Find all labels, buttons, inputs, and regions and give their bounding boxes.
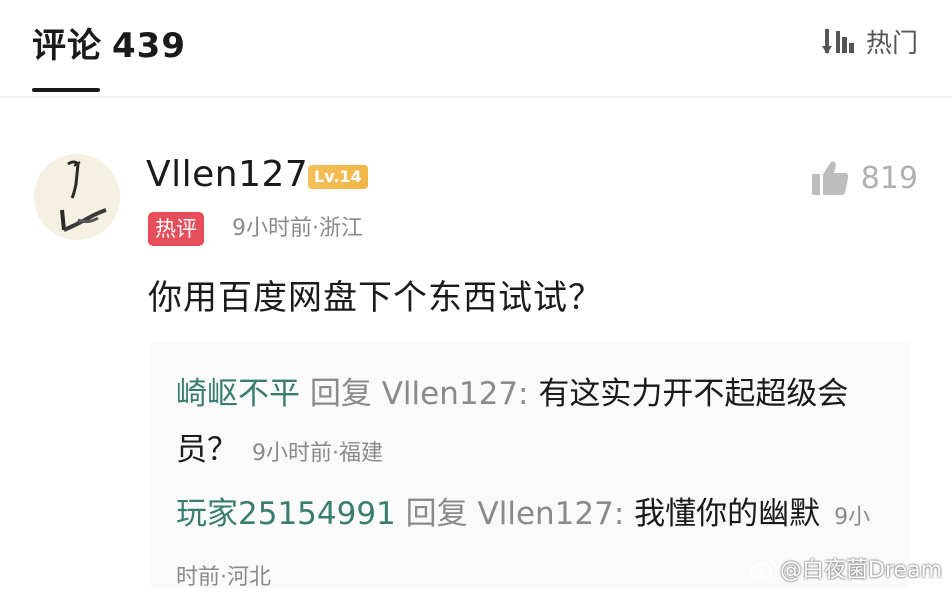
header-divider: [0, 96, 952, 98]
comments-count: 439: [112, 26, 186, 66]
comments-header: 评论 439 热门: [0, 0, 952, 92]
comment-meta: 9小时前·浙江: [232, 216, 363, 241]
avatar[interactable]: [34, 154, 120, 240]
sort-label: 热门: [865, 28, 918, 59]
reply-target[interactable]: Vllen127:: [478, 496, 625, 532]
reply-item[interactable]: 崎岖不平 回复 Vllen127: 有这实力开不起超级会员？ 9小时前·福建: [176, 366, 876, 482]
avatar-image: [34, 154, 120, 240]
like-button[interactable]: 819: [811, 160, 918, 196]
thumbs-up-icon: [811, 161, 848, 195]
watermark: @白夜菌Dream: [750, 552, 942, 584]
sort-hot-button[interactable]: 热门: [821, 24, 918, 59]
level-badge: Lv.14: [308, 165, 368, 189]
hot-comment-badge: 热评: [148, 212, 204, 246]
active-tab-underline: [32, 88, 100, 92]
watermark-text: @白夜菌Dream: [780, 558, 942, 583]
reply-item[interactable]: 玩家25154991 回复 Vllen127: 我懂你的幽默 9小时前·河北: [176, 486, 876, 606]
comments-title-label: 评论: [32, 26, 102, 66]
comment-username[interactable]: Vllen127: [146, 154, 308, 195]
comment-text: 你用百度网盘下个东西试试？: [148, 278, 603, 318]
reply-text: 我懂你的幽默: [634, 496, 821, 532]
reply-meta: 9小时前·福建: [252, 441, 383, 466]
reply-author[interactable]: 玩家25154991: [176, 496, 396, 532]
comments-title: 评论 439: [32, 18, 186, 67]
weibo-icon: [750, 559, 776, 579]
sort-icon: [821, 29, 854, 54]
reply-word: 回复: [405, 496, 468, 532]
reply-author[interactable]: 崎岖不平: [176, 376, 300, 412]
reply-word: 回复: [309, 376, 372, 412]
reply-target[interactable]: Vllen127:: [382, 376, 529, 412]
like-count: 819: [860, 160, 918, 196]
